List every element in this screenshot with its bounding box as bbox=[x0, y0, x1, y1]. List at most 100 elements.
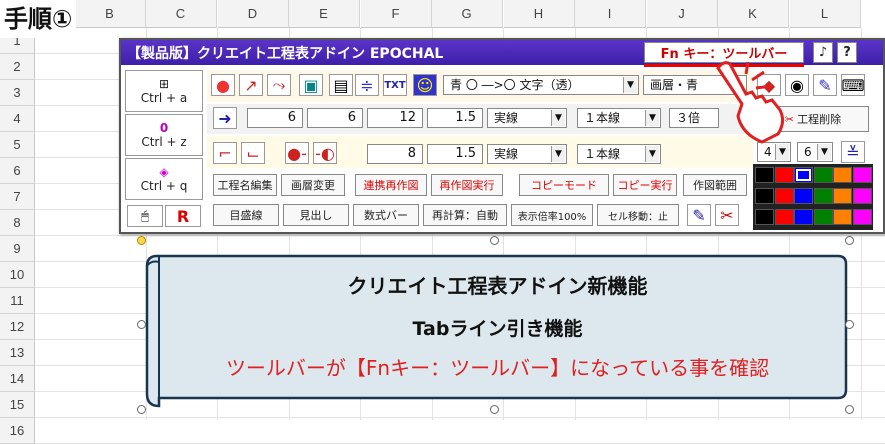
shape-fill-icon[interactable]: ● bbox=[211, 74, 235, 96]
process-name-edit-button[interactable]: 工程名編集 bbox=[213, 174, 277, 196]
row-header[interactable]: 15 bbox=[0, 392, 35, 418]
row-header[interactable]: 2 bbox=[0, 54, 35, 80]
column-header[interactable]: C bbox=[145, 0, 217, 28]
ctrl-q-button[interactable]: ◈ Ctrl + q bbox=[125, 158, 203, 200]
row-header[interactable]: 14 bbox=[0, 366, 35, 392]
color-swatch[interactable] bbox=[833, 209, 852, 225]
color-style-select[interactable]: 青 〇 ―>〇 文字（透） ▼ bbox=[443, 75, 639, 95]
line-style-icon[interactable]: ≚ bbox=[841, 141, 865, 163]
color-swatch[interactable] bbox=[794, 188, 813, 204]
music-icon[interactable]: ♪ bbox=[813, 42, 833, 63]
column-header[interactable]: E bbox=[288, 0, 360, 28]
value-input-6[interactable]: 1.5 bbox=[427, 144, 483, 164]
column-header[interactable]: L bbox=[789, 0, 861, 28]
value-input-4[interactable]: 1.5 bbox=[427, 108, 483, 128]
column-header[interactable]: B bbox=[74, 0, 146, 28]
color-swatch[interactable] bbox=[813, 188, 833, 204]
color-swatch[interactable] bbox=[794, 209, 813, 225]
row-header[interactable]: 3 bbox=[0, 80, 35, 106]
layer-change-button[interactable]: 画層変更 bbox=[281, 174, 345, 196]
edit-icon[interactable]: ✎ bbox=[687, 204, 711, 226]
color-swatch[interactable] bbox=[813, 209, 833, 225]
dot-line-icon[interactable]: ●- bbox=[285, 142, 309, 164]
resize-handle-top[interactable] bbox=[490, 236, 499, 245]
color-swatch[interactable] bbox=[852, 167, 872, 183]
headings-button[interactable]: 見出し bbox=[283, 204, 349, 226]
color-swatch[interactable] bbox=[794, 167, 813, 183]
text-box-icon[interactable]: TXT bbox=[383, 74, 407, 96]
line-count-select-2[interactable]: １本線 ▼ bbox=[577, 144, 661, 164]
resize-handle-bottom-left[interactable] bbox=[137, 405, 146, 414]
row-header[interactable]: 5 bbox=[0, 132, 35, 158]
row-header[interactable]: 11 bbox=[0, 288, 35, 314]
zoom-button[interactable]: 表示倍率100% bbox=[511, 204, 593, 226]
column-header[interactable]: F bbox=[360, 0, 432, 28]
resize-handle-bottom-right[interactable] bbox=[845, 405, 854, 414]
connector-icon[interactable]: ↗ bbox=[239, 74, 263, 96]
row-header[interactable]: 8 bbox=[0, 210, 35, 236]
r-logo-icon[interactable]: R bbox=[165, 205, 201, 227]
color-swatch[interactable] bbox=[813, 167, 833, 183]
row-header[interactable]: 4 bbox=[0, 106, 35, 132]
draw-range-button[interactable]: 作図範囲 bbox=[683, 174, 747, 196]
color-swatch[interactable] bbox=[774, 188, 794, 204]
redraw-execute-button[interactable]: 再作図実行 bbox=[431, 174, 503, 196]
arrow-right-icon[interactable]: ➜ bbox=[213, 107, 237, 129]
color-swatch[interactable] bbox=[774, 167, 794, 183]
color-swatch[interactable] bbox=[755, 209, 774, 225]
row-header[interactable]: 16 bbox=[0, 418, 35, 444]
milestone-icon[interactable]: ▣ bbox=[299, 74, 323, 96]
line-type-select[interactable]: 実線 ▼ bbox=[487, 108, 567, 128]
value-input-1[interactable]: 6 bbox=[247, 108, 303, 128]
column-header[interactable]: K bbox=[717, 0, 789, 28]
row-header[interactable]: 10 bbox=[0, 262, 35, 288]
ctrl-z-button[interactable]: 0 Ctrl + z bbox=[125, 114, 203, 156]
align-icon[interactable]: ≑ bbox=[355, 74, 379, 96]
resize-handle-bottom[interactable] bbox=[490, 405, 499, 414]
line-type-select-2[interactable]: 実線 ▼ bbox=[487, 144, 567, 164]
copy-mode-button[interactable]: コピーモード bbox=[519, 174, 609, 196]
value-input-3[interactable]: 12 bbox=[367, 108, 423, 128]
resize-handle-top-right[interactable] bbox=[845, 236, 854, 245]
line-count-select[interactable]: １本線 ▼ bbox=[577, 108, 661, 128]
row-header[interactable]: 7 bbox=[0, 184, 35, 210]
cursor-icon[interactable]: 🖱 bbox=[127, 205, 163, 227]
row-header[interactable]: 9 bbox=[0, 236, 35, 262]
recalc-button[interactable]: 再計算：自動 bbox=[423, 204, 507, 226]
pen-icon[interactable]: ✎ bbox=[813, 74, 837, 96]
multi-connector-icon[interactable]: ⤳ bbox=[267, 74, 291, 96]
help-button[interactable]: ? bbox=[837, 42, 857, 63]
table-icon[interactable]: ▤ bbox=[329, 74, 353, 96]
column-header[interactable]: G bbox=[431, 0, 503, 28]
copy-execute-button[interactable]: コピー実行 bbox=[613, 174, 677, 196]
color-swatch[interactable] bbox=[755, 188, 774, 204]
column-header[interactable]: I bbox=[574, 0, 646, 28]
row-header[interactable]: 13 bbox=[0, 340, 35, 366]
spin-b-select[interactable]: 6 ▼ bbox=[797, 142, 833, 162]
value-input-5[interactable]: 8 bbox=[367, 144, 423, 164]
color-swatch[interactable] bbox=[852, 209, 872, 225]
end-mark-icon[interactable]: ⌙ bbox=[241, 142, 265, 164]
cell-move-button[interactable]: セル移動：止 bbox=[597, 204, 679, 226]
color-swatch[interactable] bbox=[774, 209, 794, 225]
value-input-2[interactable]: 6 bbox=[307, 108, 363, 128]
color-swatch[interactable] bbox=[755, 167, 774, 183]
cut-icon[interactable]: ✂ bbox=[715, 204, 739, 226]
column-header[interactable]: H bbox=[503, 0, 575, 28]
rotate-handle[interactable] bbox=[137, 236, 146, 245]
linked-redraw-button[interactable]: 連携再作図 bbox=[355, 174, 427, 196]
palette-icon[interactable]: ☺ bbox=[413, 74, 437, 96]
ctrl-a-button[interactable]: ⊞ Ctrl + a bbox=[125, 70, 203, 112]
row-header[interactable]: 6 bbox=[0, 158, 35, 184]
row-header[interactable]: 12 bbox=[0, 314, 35, 340]
formula-bar-button[interactable]: 数式バー bbox=[353, 204, 419, 226]
keyboard-icon[interactable]: ⌨ bbox=[841, 74, 865, 96]
gridlines-button[interactable]: 目盛線 bbox=[213, 204, 279, 226]
column-header[interactable]: J bbox=[646, 0, 718, 28]
line-dot-icon[interactable]: -◐ bbox=[313, 142, 337, 164]
column-header[interactable]: D bbox=[217, 0, 289, 28]
color-swatch[interactable] bbox=[852, 188, 872, 204]
color-swatch[interactable] bbox=[833, 188, 852, 204]
start-mark-icon[interactable]: ⌐ bbox=[213, 142, 237, 164]
color-swatch[interactable] bbox=[833, 167, 852, 183]
